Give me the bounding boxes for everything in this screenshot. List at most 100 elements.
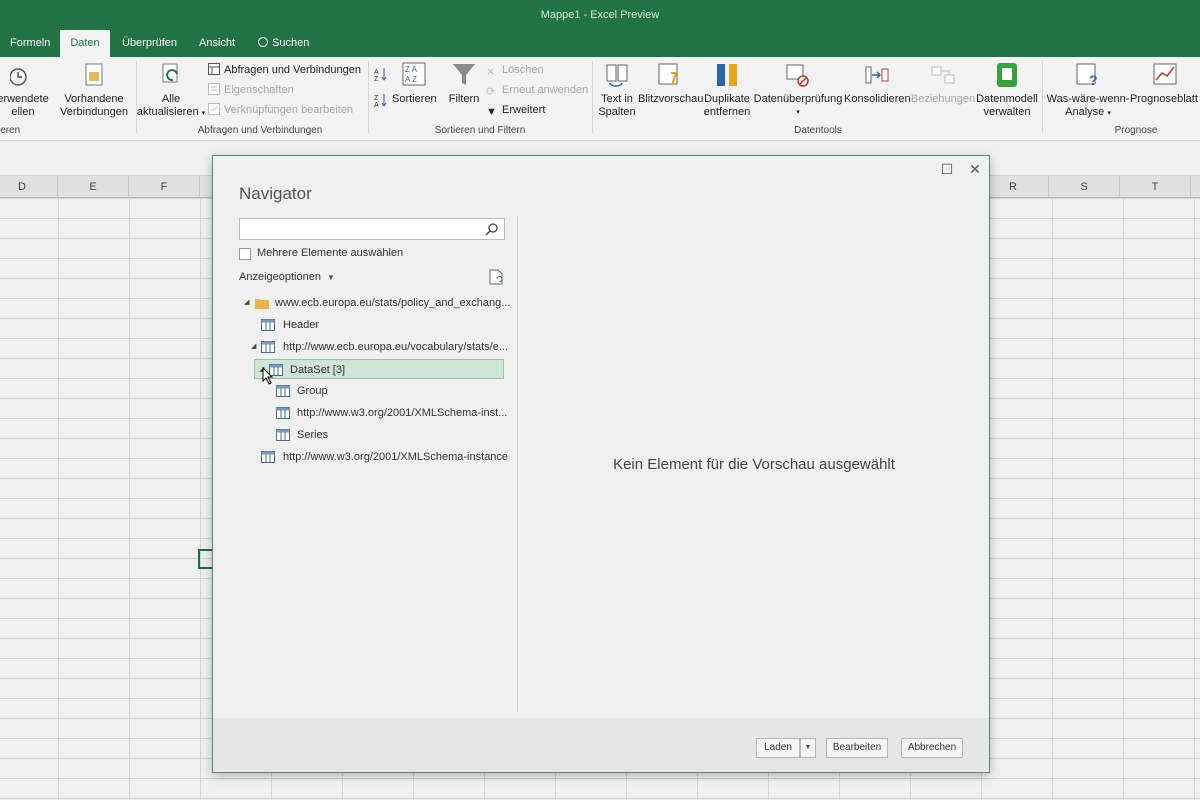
navigator-dialog: ☐ ✕ Navigator Mehrere Elemente auswählen…: [212, 155, 990, 773]
refresh-icon: [162, 63, 178, 83]
ribbon-tab-row: Formeln Daten Überprüfen Ansicht Suchen: [0, 30, 1200, 57]
tree-item-label: www.ecb.europa.eu/stats/policy_and_excha…: [275, 297, 511, 309]
tree-item-label: http://www.ecb.europa.eu/vocabulary/stat…: [283, 341, 509, 353]
consolidate-icon: [865, 66, 889, 84]
forecast-chart-icon: [1153, 63, 1177, 85]
tree-item-series[interactable]: Series: [241, 425, 507, 445]
search-input[interactable]: [239, 218, 505, 240]
refresh-all-button[interactable]: Alle aktualisieren ▾: [136, 61, 206, 120]
clear-filter-icon: ⨯: [486, 66, 496, 78]
sort-descending-icon[interactable]: ZA: [374, 93, 388, 107]
edit-button[interactable]: Bearbeiten: [826, 738, 888, 758]
tree-item-label: Series: [297, 429, 329, 441]
expand-triangle-icon[interactable]: ◢: [244, 293, 249, 313]
clear-filter-label: Löschen: [502, 64, 544, 76]
maximize-icon[interactable]: ☐: [940, 162, 954, 176]
preview-empty-message: Kein Element für die Vorschau ausgewählt: [613, 456, 895, 473]
table-icon: [276, 429, 290, 441]
tree-item-dataset[interactable]: ◢ DataSet [3]: [254, 359, 504, 379]
multi-select-label[interactable]: Mehrere Elemente auswählen: [257, 247, 403, 259]
cancel-button[interactable]: Abbrechen: [901, 738, 963, 758]
what-if-label-2: Analyse ▾: [1046, 106, 1130, 120]
existing-connections-button[interactable]: Vorhandene Verbindungen: [58, 61, 130, 119]
tree-item-xmlschema-inst[interactable]: http://www.w3.org/2001/XMLSchema-inst...: [241, 403, 507, 423]
dialog-footer: Laden ▼ Bearbeiten Abbrechen: [213, 718, 989, 772]
what-if-text: Analyse: [1065, 106, 1105, 118]
text-to-columns-button[interactable]: Text in Spalten: [596, 61, 638, 119]
tab-review[interactable]: Überprüfen: [112, 30, 187, 57]
tab-data[interactable]: Daten: [60, 30, 110, 57]
data-validation-button[interactable]: Datenüberprüfung ▾: [752, 61, 844, 119]
display-options-dropdown[interactable]: Anzeigeoptionen ▼: [239, 271, 335, 283]
tab-search-label: Suchen: [272, 37, 310, 49]
flash-fill-label: Blitzvorschau: [638, 93, 704, 105]
svg-text:A: A: [374, 102, 379, 107]
flash-fill-button[interactable]: Blitzvorschau: [638, 61, 704, 106]
queries-connections-label: Abfragen und Verbindungen: [224, 64, 362, 76]
tab-formulas[interactable]: Formeln: [0, 30, 60, 57]
clear-filter-button[interactable]: ⨯ Löschen: [486, 63, 544, 78]
tree-item-ecb-vocabulary[interactable]: ◢ http://www.ecb.europa.eu/vocabulary/st…: [241, 337, 509, 357]
flash-fill-icon: [658, 63, 678, 86]
tab-view[interactable]: Ansicht: [189, 30, 245, 57]
relationships-icon: [931, 66, 955, 84]
expand-triangle-icon[interactable]: ◢: [251, 337, 256, 357]
svg-text:Z: Z: [374, 76, 379, 81]
consolidate-button[interactable]: Konsolidieren: [844, 61, 911, 106]
load-dropdown-button[interactable]: ▼: [800, 738, 816, 758]
table-icon: [261, 319, 275, 331]
text-to-columns-icon: [606, 64, 628, 87]
tree-item-label: http://www.w3.org/2001/XMLSchema-inst...: [297, 407, 508, 419]
recent-sources-label-1: erwendete: [0, 93, 49, 105]
window-title: Mappe1 - Excel Preview: [540, 9, 660, 21]
table-icon: [261, 341, 275, 353]
manage-data-model-label-1: Datenmodell: [976, 93, 1038, 105]
filter-button[interactable]: Filtern: [442, 61, 486, 106]
refresh-preview-icon[interactable]: [489, 269, 503, 285]
link-icon: [208, 103, 220, 115]
recent-sources-button[interactable]: erwendete ellen: [0, 61, 50, 119]
clock-icon: [10, 68, 27, 86]
ribbon-separator: [1042, 61, 1043, 133]
properties-label: Eigenschaften: [224, 84, 294, 96]
table-icon: [208, 63, 220, 75]
close-icon[interactable]: ✕: [968, 162, 982, 176]
tree-item-header[interactable]: Header: [241, 315, 507, 335]
existing-connections-label-1: Vorhandene: [64, 93, 124, 105]
edit-links-button[interactable]: Verknüpfungen bearbeiten: [208, 103, 353, 117]
remove-duplicates-button[interactable]: Duplikate entfernen: [702, 61, 752, 119]
multi-select-checkbox[interactable]: [239, 248, 251, 260]
load-button[interactable]: Laden: [756, 738, 800, 758]
reapply-label: Erneut anwenden: [502, 84, 589, 96]
what-if-analysis-button[interactable]: ? Was-wäre-wenn- Analyse ▾: [1046, 61, 1130, 120]
advanced-filter-button[interactable]: ▼ Erweitert: [486, 103, 545, 118]
refresh-all-label-2: aktualisieren ▾: [136, 106, 206, 120]
chevron-down-icon: ▾: [1107, 110, 1111, 117]
search-icon[interactable]: [485, 222, 499, 236]
sort-button[interactable]: Z AA Z Sortieren: [392, 61, 437, 106]
existing-connections-label-2: Verbindungen: [60, 106, 128, 118]
tree-item-group[interactable]: Group: [241, 381, 507, 401]
reapply-button[interactable]: ⟳ Erneut anwenden: [486, 83, 589, 98]
tree-item-xmlschema-instance[interactable]: http://www.w3.org/2001/XMLSchema-instanc…: [241, 447, 508, 467]
tab-search[interactable]: Suchen: [248, 30, 319, 57]
data-validation-icon: [786, 64, 809, 87]
group-label-forecast: Prognose: [1114, 125, 1158, 136]
manage-data-model-button[interactable]: Datenmodell verwalten: [976, 61, 1038, 119]
relationships-button[interactable]: Beziehungen: [910, 61, 976, 106]
sort-ascending-icon[interactable]: AZ: [374, 67, 388, 81]
remove-duplicates-icon: [717, 64, 737, 86]
window-title-bar: Mappe1 - Excel Preview: [0, 0, 1200, 30]
table-icon: [276, 385, 290, 397]
forecast-sheet-button[interactable]: Prognoseblatt: [1130, 61, 1200, 106]
group-label-sort-filter: Sortieren und Filtern: [434, 125, 526, 136]
folder-icon: [255, 299, 269, 309]
tree-item-folder[interactable]: ◢ www.ecb.europa.eu/stats/policy_and_exc…: [241, 293, 511, 313]
properties-button[interactable]: Eigenschaften: [208, 83, 294, 97]
consolidate-label: Konsolidieren: [844, 93, 911, 105]
svg-text:A Z: A Z: [405, 75, 417, 84]
relationships-label: Beziehungen: [910, 93, 976, 105]
group-label-queries: Abfragen und Verbindungen: [197, 125, 323, 136]
edit-links-label: Verknüpfungen bearbeiten: [224, 104, 354, 116]
queries-connections-button[interactable]: Abfragen und Verbindungen: [208, 63, 361, 77]
